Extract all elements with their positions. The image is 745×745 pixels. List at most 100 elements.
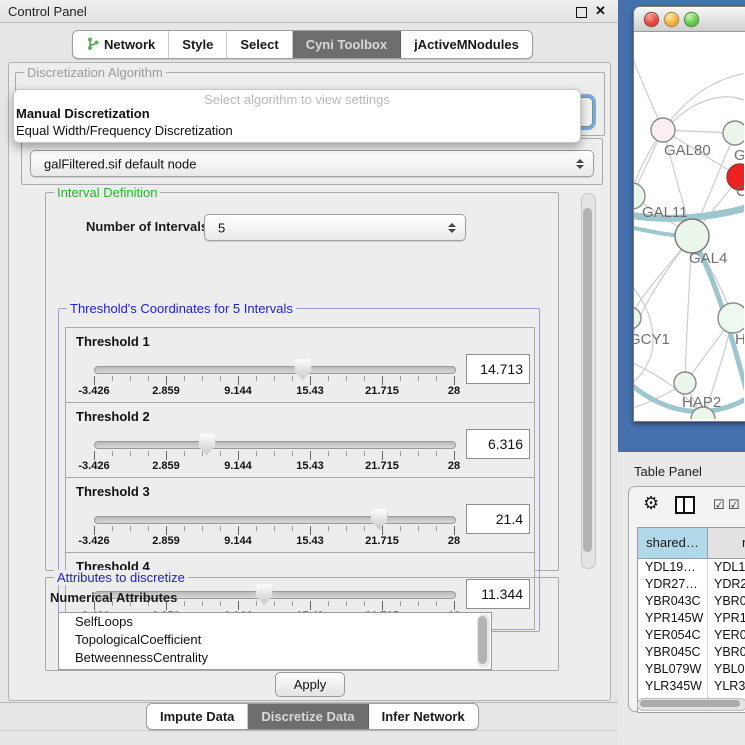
node-label-gal4: GAL4: [689, 250, 727, 267]
desktop-background: GAL80 G C GAL11 GAL4 GCY1 H HAP2: [618, 0, 745, 452]
table-row[interactable]: YPR145W YPR1: [638, 610, 745, 627]
list-item[interactable]: BetweennessCentrality: [59, 649, 491, 667]
cell[interactable]: YBR045C: [638, 644, 708, 661]
cell[interactable]: YDL19…: [638, 559, 708, 576]
cell[interactable]: YLR345W: [638, 678, 708, 695]
tab-select[interactable]: Select: [227, 31, 292, 58]
cell[interactable]: YBL0: [708, 661, 745, 678]
float-icon[interactable]: [576, 7, 587, 18]
cell[interactable]: YDR2: [708, 576, 745, 593]
cell[interactable]: YER0: [708, 627, 745, 644]
table-row[interactable]: YBR045C YBR0: [638, 644, 745, 661]
tick-label: 2.859: [152, 385, 180, 397]
threshold-3-label: Threshold 3: [76, 484, 150, 499]
tick-label: 15.43: [296, 535, 324, 547]
checkbox-icon[interactable]: ☑: [713, 497, 725, 513]
node-gcy1[interactable]: [634, 307, 641, 329]
table-data-combobox[interactable]: galFiltered.sif default node: [30, 150, 594, 177]
node-gal80[interactable]: [651, 118, 675, 142]
network-canvas[interactable]: GAL80 G C GAL11 GAL4 GCY1 H HAP2: [634, 31, 744, 419]
threshold-3-panel: Threshold 3 -3.426 2.859 9.144 15.43 21.…: [65, 477, 535, 555]
table-row[interactable]: YDR27… YDR2: [638, 576, 745, 593]
tab-impute-data[interactable]: Impute Data: [147, 704, 248, 729]
tab-discretize-data[interactable]: Discretize Data: [248, 704, 368, 729]
cell[interactable]: YBR043C: [638, 593, 708, 610]
network-window-titlebar[interactable]: [634, 7, 745, 32]
table-panel-region: Table Panel ⚙ ☑ ☑ shared… na YDL19… YDL1…: [618, 452, 745, 745]
node-right-mid[interactable]: [718, 303, 744, 333]
tab-infer-network[interactable]: Infer Network: [369, 704, 478, 729]
cell[interactable]: YER054C: [638, 627, 708, 644]
scrollbar-thumb[interactable]: [640, 700, 740, 707]
algorithm-option-manual[interactable]: Manual Discretization: [16, 106, 150, 121]
list-item[interactable]: TopologicalCoefficient: [59, 631, 491, 649]
list-vertical-scrollbar[interactable]: [477, 614, 490, 668]
threshold-1-value-field[interactable]: 14.713: [466, 354, 530, 384]
checkbox-icon[interactable]: ☑: [728, 497, 740, 513]
gear-icon[interactable]: ⚙: [643, 493, 659, 514]
scrollbar-thumb[interactable]: [478, 616, 487, 664]
table-row[interactable]: YBL079W YBL0: [638, 661, 745, 678]
node-attribute-table[interactable]: shared… na YDL19… YDL1 YDR27… YDR2 YBR04…: [637, 527, 745, 713]
zoom-traffic-light-icon[interactable]: [684, 12, 699, 27]
apply-button[interactable]: Apply: [275, 672, 345, 697]
threshold-2-value-field[interactable]: 6.316: [466, 429, 530, 459]
num-intervals-combobox[interactable]: 5: [204, 214, 466, 241]
table-horizontal-scrollbar[interactable]: [637, 698, 745, 711]
table-toolbar: ⚙ ☑ ☑: [629, 487, 745, 523]
node-label-partial-h: H: [735, 331, 744, 348]
cyni-main-panel: Discretization Algorithm Select algorith…: [8, 62, 611, 701]
cell[interactable]: YBR0: [708, 644, 745, 661]
close-icon[interactable]: ✕: [595, 3, 606, 19]
table-row[interactable]: YDL19… YDL1: [638, 559, 745, 576]
cell[interactable]: YDR27…: [638, 576, 708, 593]
cell[interactable]: YPR1: [708, 610, 745, 627]
tab-label: Select: [240, 37, 278, 52]
numerical-attributes-list[interactable]: SelfLoops TopologicalCoefficient Between…: [58, 612, 492, 670]
tab-jactivemnodules[interactable]: jActiveMNodules: [401, 31, 532, 58]
minimize-traffic-light-icon[interactable]: [664, 12, 679, 27]
node-hap2[interactable]: [674, 372, 696, 394]
algorithm-option-equal-width[interactable]: Equal Width/Frequency Discretization: [16, 123, 233, 138]
threshold-3-value-field[interactable]: 21.4: [466, 504, 530, 534]
table-row[interactable]: YER054C YER0: [638, 627, 745, 644]
scrollbar-thumb[interactable]: [583, 208, 592, 552]
list-item[interactable]: SelfLoops: [59, 613, 491, 631]
algorithm-hint: Select algorithm to view settings: [14, 92, 580, 107]
network-view-window: GAL80 G C GAL11 GAL4 GCY1 H HAP2: [633, 6, 745, 422]
table-row[interactable]: YBR043C YBR0: [638, 593, 745, 610]
cell[interactable]: YBR0: [708, 593, 745, 610]
tab-label: Impute Data: [160, 709, 234, 724]
table-row[interactable]: YLR345W YLR3: [638, 678, 745, 695]
network-nodes[interactable]: [634, 118, 744, 419]
threshold-3-slider[interactable]: [94, 516, 456, 524]
cell[interactable]: YPR145W: [638, 610, 708, 627]
threshold-1-slider[interactable]: [94, 366, 456, 374]
cell[interactable]: YBL079W: [638, 661, 708, 678]
cell[interactable]: YDL1: [708, 559, 745, 576]
interval-definition-label: Interval Definition: [54, 185, 160, 200]
control-panel: Control Panel ✕ Network Style Select Cyn…: [0, 0, 618, 745]
cell[interactable]: YLR3: [708, 678, 745, 695]
slider-scale: -3.426 2.859 9.144 15.43 21.715 28: [94, 385, 454, 397]
panel-title: Control Panel: [8, 4, 87, 19]
tab-cyni-toolbox[interactable]: Cyni Toolbox: [293, 31, 401, 58]
node-gal4[interactable]: [675, 219, 709, 253]
column-header-name[interactable]: na: [708, 528, 745, 558]
tab-label: jActiveMNodules: [414, 37, 519, 52]
threshold-2-slider[interactable]: [94, 441, 456, 449]
panel-vertical-scrollbar[interactable]: [581, 193, 596, 569]
slider-ticks: [94, 376, 455, 385]
tick-label: -3.426: [78, 385, 109, 397]
thresholds-group-label: Threshold's Coordinates for 5 Intervals: [67, 301, 296, 316]
close-traffic-light-icon[interactable]: [644, 12, 659, 27]
node-label-partial-g: G: [734, 147, 744, 164]
column-header-shared-name[interactable]: shared…: [638, 528, 708, 558]
split-columns-icon[interactable]: [675, 496, 695, 514]
node-partial-top-right[interactable]: [723, 121, 744, 145]
tab-network[interactable]: Network: [73, 31, 169, 58]
network-icon: [86, 37, 99, 53]
num-intervals-value: 5: [218, 220, 225, 235]
tab-label: Cyni Toolbox: [306, 37, 387, 52]
tab-style[interactable]: Style: [169, 31, 227, 58]
